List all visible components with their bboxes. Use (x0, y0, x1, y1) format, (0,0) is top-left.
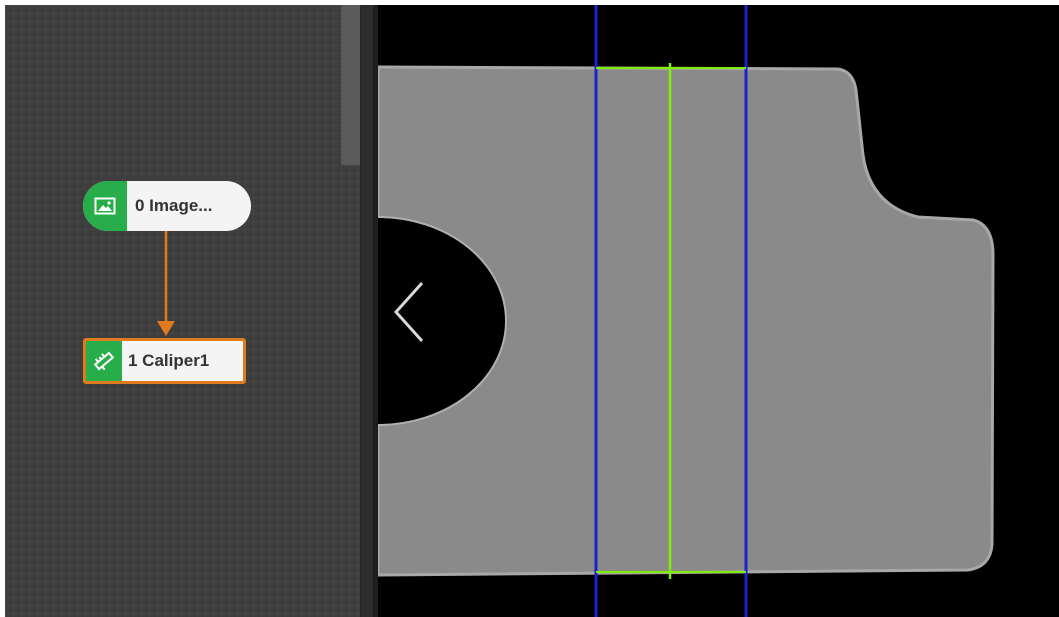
flow-panel[interactable]: 0 Image... 1 Caliper1 (5, 5, 360, 617)
scrollbar-thumb[interactable] (341, 5, 360, 165)
image-icon (94, 197, 116, 215)
image-node-label: 0 Image... (135, 196, 213, 215)
connector-arrowhead (157, 321, 175, 336)
chevron-left-icon[interactable] (390, 277, 430, 347)
flow-node-caliper[interactable]: 1 Caliper1 (83, 338, 246, 384)
caliper-icon (93, 351, 115, 371)
caliper-node-icon-wrap (86, 341, 122, 381)
flow-node-image[interactable]: 0 Image... (83, 181, 251, 231)
caliper-node-label: 1 Caliper1 (128, 351, 210, 370)
image-viewer[interactable] (378, 5, 1059, 617)
inspection-image (378, 5, 995, 617)
image-node-icon-wrap (83, 181, 127, 231)
vision-app-window: 0 Image... 1 Caliper1 (0, 0, 1059, 617)
flow-connector (157, 226, 175, 336)
